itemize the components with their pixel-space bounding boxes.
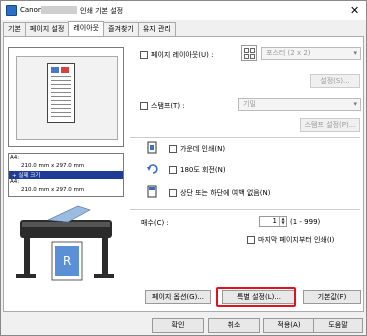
ok-button[interactable]: 확인 — [152, 318, 204, 333]
size-line-4: A4: — [10, 179, 20, 185]
size-line-3: + 실제 크기 — [9, 171, 123, 179]
thumb-block-red — [61, 67, 69, 73]
layout-panel: A4: 210.0 mm x 297.0 mm + 실제 크기 A4: 210.… — [3, 36, 364, 312]
help-button[interactable]: 도움말 — [313, 318, 363, 333]
defaults-button[interactable]: 기본값(F) — [303, 290, 361, 304]
tab-page-setup[interactable]: 페이지 설정 — [24, 22, 70, 36]
page-layout-select[interactable]: 포스터 (2 x 2) ▾ — [261, 47, 361, 60]
printer-app-icon — [6, 5, 17, 16]
title-bar: Canon 인쇄 기본 설정 ✕ — [1, 1, 366, 20]
no-margin-label: 상단 또는 하단에 여백 없음(N) — [180, 189, 271, 197]
chevron-down-icon: ▾ — [353, 100, 357, 108]
close-icon[interactable]: ✕ — [350, 4, 359, 17]
copies-stepper[interactable]: 1 ▲ ▼ — [259, 216, 287, 227]
rotate-180-icon — [147, 162, 158, 175]
size-line-2: 210.0 mm x 297.0 mm — [21, 163, 85, 169]
page-options-button[interactable]: 페이지 옵션(G)... — [145, 290, 211, 304]
tab-strip: 기본 페이지 설정 레이아웃 즐겨찾기 유지 관리 — [3, 21, 176, 36]
thumb-block-blue — [51, 67, 59, 73]
center-print-label: 가운데 인쇄(N) — [180, 145, 226, 153]
stamp-select[interactable]: 기밀 ▾ — [238, 98, 361, 111]
stamp-row[interactable]: 스탬프(T) : — [140, 101, 185, 111]
page-layout-row[interactable]: 페이지 레이아웃(U) : — [140, 50, 213, 60]
page-layout-label: 페이지 레이아웃(U) : — [151, 51, 214, 59]
layout-settings-button[interactable]: 설정(S)... — [310, 74, 360, 88]
section-divider — [130, 209, 360, 210]
no-margin-row[interactable]: 상단 또는 하단에 여백 없음(N) — [169, 188, 270, 198]
stepper-arrows-icon[interactable]: ▲ ▼ — [279, 217, 286, 226]
stamp-label: 스탬프(T) : — [151, 102, 185, 110]
cancel-button[interactable]: 취소 — [208, 318, 260, 333]
no-margin-icon — [147, 185, 158, 198]
stamp-checkbox[interactable] — [140, 102, 148, 110]
copies-label: 매수(C) : — [141, 219, 169, 227]
tab-favorites[interactable]: 즐겨찾기 — [103, 22, 139, 36]
emphasis-ring — [216, 287, 296, 307]
stamp-value: 기밀 — [243, 100, 256, 108]
rotate-180-label: 180도 회전(N) — [180, 166, 226, 174]
page-preview — [8, 47, 124, 147]
size-line-5: 210.0 mm x 297.0 mm — [21, 187, 85, 193]
chevron-down-icon: ▾ — [353, 49, 357, 57]
center-page-icon — [147, 141, 158, 154]
tab-maintenance[interactable]: 유지 관리 — [137, 22, 176, 36]
no-margin-checkbox[interactable] — [169, 189, 177, 197]
page-layout-checkbox[interactable] — [140, 51, 148, 59]
apply-button[interactable]: 적용(A) — [263, 318, 315, 333]
rotate-180-checkbox[interactable] — [169, 166, 177, 174]
copies-range: (1 - 999) — [290, 218, 321, 226]
page-layout-value: 포스터 (2 x 2) — [266, 49, 311, 57]
preview-area — [16, 56, 118, 140]
reverse-order-checkbox[interactable] — [247, 236, 255, 244]
center-print-checkbox[interactable] — [169, 145, 177, 153]
rotate-180-row[interactable]: 180도 회전(N) — [169, 165, 226, 175]
section-divider — [130, 137, 360, 138]
center-print-row[interactable]: 가운데 인쇄(N) — [169, 144, 225, 154]
svg-text:R: R — [63, 254, 71, 268]
tab-layout[interactable]: 레이아웃 — [68, 21, 105, 36]
size-line-1: A4: — [10, 155, 20, 161]
stamp-settings-button[interactable]: 스탬프 설정(P)... — [300, 118, 360, 132]
poster-layout-icon — [241, 45, 257, 61]
window-title: 인쇄 기본 설정 — [80, 7, 124, 15]
tab-basic[interactable]: 기본 — [3, 22, 26, 36]
title-brand: Canon — [20, 6, 43, 14]
reverse-order-label: 마지막 페이지부터 인쇄(I) — [258, 236, 335, 244]
title-redacted-model — [41, 6, 77, 14]
print-preferences-dialog: Canon 인쇄 기본 설정 ✕ 기본 페이지 설정 레이아웃 즐겨찾기 유지 … — [0, 0, 367, 336]
reverse-order-row[interactable]: 마지막 페이지부터 인쇄(I) — [247, 235, 334, 245]
paper-size-info: A4: 210.0 mm x 297.0 mm + 실제 크기 A4: 210.… — [8, 153, 124, 197]
page-thumbnail — [47, 63, 75, 123]
copies-value: 1 — [272, 217, 277, 225]
printer-illustration: R — [8, 202, 124, 287]
